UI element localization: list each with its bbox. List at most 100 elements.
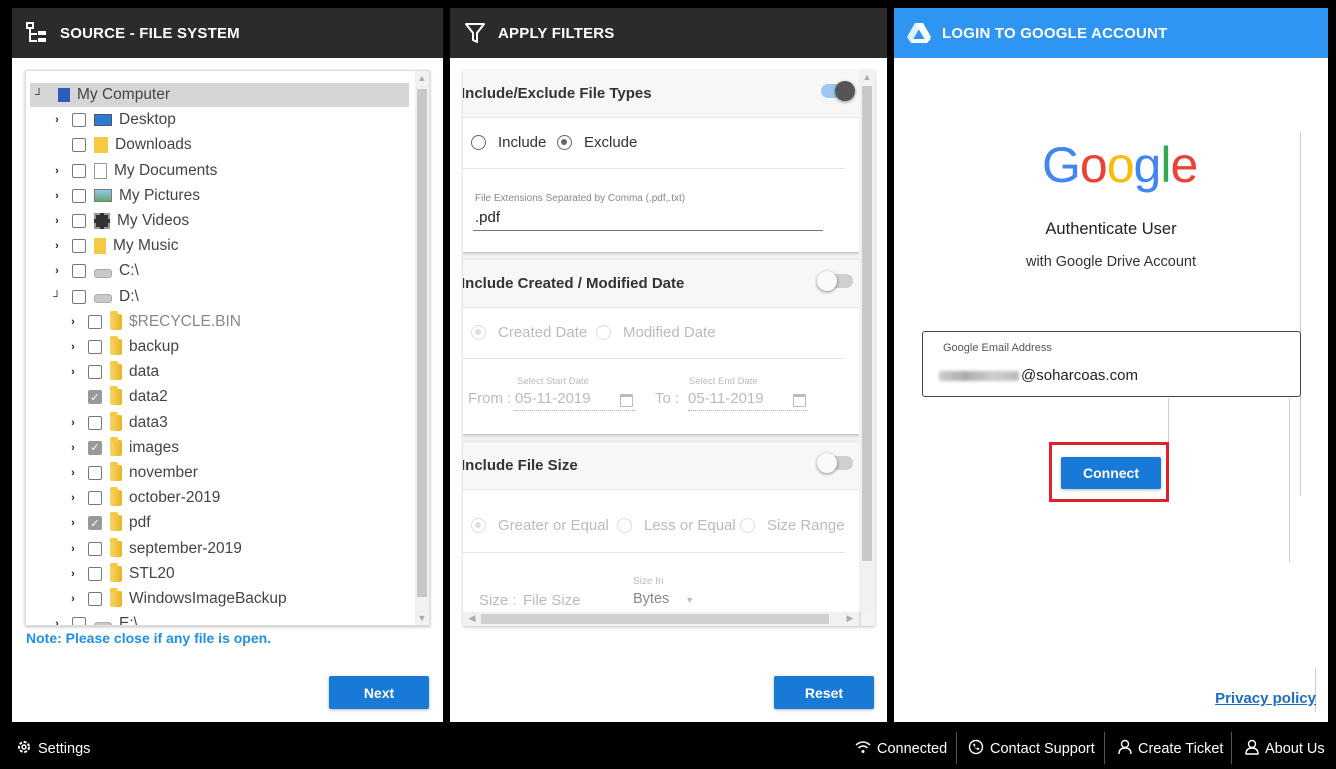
node-checkbox[interactable]: ✓ xyxy=(88,516,102,531)
toggle-knob[interactable] xyxy=(835,81,855,101)
node-checkbox[interactable] xyxy=(88,466,102,480)
node-checkbox[interactable] xyxy=(72,264,86,279)
node-checkbox[interactable] xyxy=(88,365,102,380)
include-radio[interactable] xyxy=(471,135,486,150)
expand-toggle-icon[interactable]: › xyxy=(64,341,82,353)
toggle-knob[interactable] xyxy=(817,271,837,291)
node-checkbox[interactable] xyxy=(72,289,86,304)
tree-root-node[interactable]: ┘ My Computer xyxy=(30,83,409,107)
dropdown-arrow-icon[interactable]: ▼ xyxy=(685,595,694,605)
tree-node[interactable]: ┘ D:\ xyxy=(48,285,139,309)
scroll-thumb[interactable] xyxy=(417,89,427,597)
expand-toggle-icon[interactable]: › xyxy=(64,568,82,580)
tree-node[interactable]: › My Documents xyxy=(48,159,217,183)
scroll-down-icon[interactable]: ▼ xyxy=(415,613,429,623)
tree-node[interactable]: ✓ data2 xyxy=(64,385,168,409)
expand-toggle-icon[interactable]: › xyxy=(48,165,66,177)
node-checkbox[interactable] xyxy=(88,566,102,581)
tree-node[interactable]: › Desktop xyxy=(48,108,176,132)
extensions-input[interactable]: .pdf xyxy=(475,209,500,226)
scroll-thumb[interactable] xyxy=(481,614,829,624)
scroll-up-icon[interactable]: ▲ xyxy=(415,73,429,83)
tree-node[interactable]: › ✓ pdf xyxy=(64,511,151,535)
node-checkbox[interactable] xyxy=(88,415,102,430)
exclude-option[interactable]: Exclude xyxy=(557,134,637,151)
reset-button[interactable]: Reset xyxy=(774,676,874,709)
modified-date-option[interactable]: Modified Date xyxy=(596,324,716,341)
contact-support-button[interactable]: Contact Support xyxy=(968,728,1095,769)
include-option[interactable]: Include xyxy=(471,134,546,151)
tree-node[interactable]: › october-2019 xyxy=(64,486,220,510)
connect-button[interactable]: Connect xyxy=(1061,457,1161,489)
calendar-icon[interactable] xyxy=(620,394,633,407)
expand-toggle-icon[interactable]: › xyxy=(64,417,82,429)
toggle-knob[interactable] xyxy=(817,453,837,473)
tree-node[interactable]: › $RECYCLE.BIN xyxy=(64,310,241,334)
tree-node[interactable]: › My Pictures xyxy=(48,184,200,208)
size-toggle[interactable] xyxy=(817,453,853,473)
node-checkbox[interactable] xyxy=(88,491,102,506)
expand-toggle-icon[interactable]: › xyxy=(64,492,82,504)
privacy-policy-link[interactable]: Privacy policy xyxy=(1215,690,1316,707)
created-date-option[interactable]: Created Date xyxy=(471,324,587,341)
scroll-thumb[interactable] xyxy=(862,86,872,561)
expand-toggle-icon[interactable]: › xyxy=(64,467,82,479)
tree-node[interactable]: › C:\ xyxy=(48,259,139,283)
node-checkbox[interactable] xyxy=(72,617,86,625)
expand-toggle-icon[interactable]: › xyxy=(48,215,66,227)
node-checkbox[interactable] xyxy=(88,314,102,329)
about-us-button[interactable]: About Us xyxy=(1245,728,1325,769)
expand-toggle-icon[interactable]: › xyxy=(48,240,66,252)
less-equal-option[interactable]: Less or Equal xyxy=(617,517,736,534)
tree-node[interactable]: › My Videos xyxy=(48,209,189,233)
tree-node[interactable]: › E:\ xyxy=(48,612,138,625)
expand-toggle-icon[interactable]: › xyxy=(64,366,82,378)
tree-node[interactable]: Downloads xyxy=(48,133,192,157)
expand-toggle-icon[interactable]: › xyxy=(48,190,66,202)
less-equal-radio[interactable] xyxy=(617,518,632,533)
expand-toggle-icon[interactable]: › xyxy=(64,543,82,555)
node-checkbox[interactable] xyxy=(72,113,86,128)
email-value[interactable]: @soharcoas.com xyxy=(939,367,1138,384)
greater-equal-radio[interactable] xyxy=(471,518,486,533)
unit-select[interactable]: Bytes ▼ xyxy=(633,591,694,607)
tree-node[interactable]: › november xyxy=(64,461,198,485)
settings-button[interactable]: Settings xyxy=(16,728,90,769)
node-checkbox[interactable] xyxy=(72,138,86,153)
end-date-input[interactable]: 05-11-2019 xyxy=(688,390,764,407)
node-checkbox[interactable]: ✓ xyxy=(88,440,102,455)
expand-toggle-icon[interactable]: › xyxy=(48,618,66,625)
start-date-input[interactable]: 05-11-2019 xyxy=(515,390,591,407)
filters-vertical-scrollbar[interactable]: ▲ xyxy=(859,70,875,612)
node-checkbox[interactable] xyxy=(72,214,86,228)
modified-date-radio[interactable] xyxy=(596,325,611,340)
node-checkbox[interactable] xyxy=(72,188,86,203)
tree-node[interactable]: › data3 xyxy=(64,411,168,435)
tree-node[interactable]: › data xyxy=(64,360,159,384)
scroll-left-icon[interactable]: ◀ xyxy=(465,613,479,624)
node-checkbox[interactable] xyxy=(88,592,102,606)
size-range-radio[interactable] xyxy=(740,518,755,533)
exclude-radio[interactable] xyxy=(557,135,572,150)
expand-toggle-icon[interactable]: › xyxy=(48,265,66,277)
greater-equal-option[interactable]: Greater or Equal xyxy=(471,517,609,534)
node-checkbox[interactable] xyxy=(72,163,86,178)
node-checkbox[interactable] xyxy=(88,541,102,556)
tree-node[interactable]: › WindowsImageBackup xyxy=(64,587,287,611)
email-field[interactable]: Google Email Address @soharcoas.com xyxy=(922,331,1301,397)
expand-toggle-icon[interactable]: › xyxy=(64,593,82,605)
tree-node[interactable]: › backup xyxy=(64,335,179,359)
next-button[interactable]: Next xyxy=(329,676,429,709)
expand-toggle-icon[interactable]: ┘ xyxy=(48,291,66,303)
size-range-option[interactable]: Size Range xyxy=(740,517,845,534)
tree-node[interactable]: › ✓ images xyxy=(64,436,179,460)
node-checkbox[interactable] xyxy=(88,340,102,354)
file-types-toggle[interactable] xyxy=(821,81,855,101)
expand-toggle-icon[interactable]: › xyxy=(48,114,66,126)
tree-vertical-scrollbar[interactable]: ▲ ▼ xyxy=(415,71,429,625)
create-ticket-button[interactable]: Create Ticket xyxy=(1118,728,1223,769)
expand-toggle-icon[interactable]: › xyxy=(64,442,82,454)
expand-toggle-icon[interactable]: ┘ xyxy=(30,89,48,101)
tree-node[interactable]: › september-2019 xyxy=(64,537,242,561)
filters-horizontal-scrollbar[interactable]: ◀ ▶ xyxy=(463,612,859,626)
